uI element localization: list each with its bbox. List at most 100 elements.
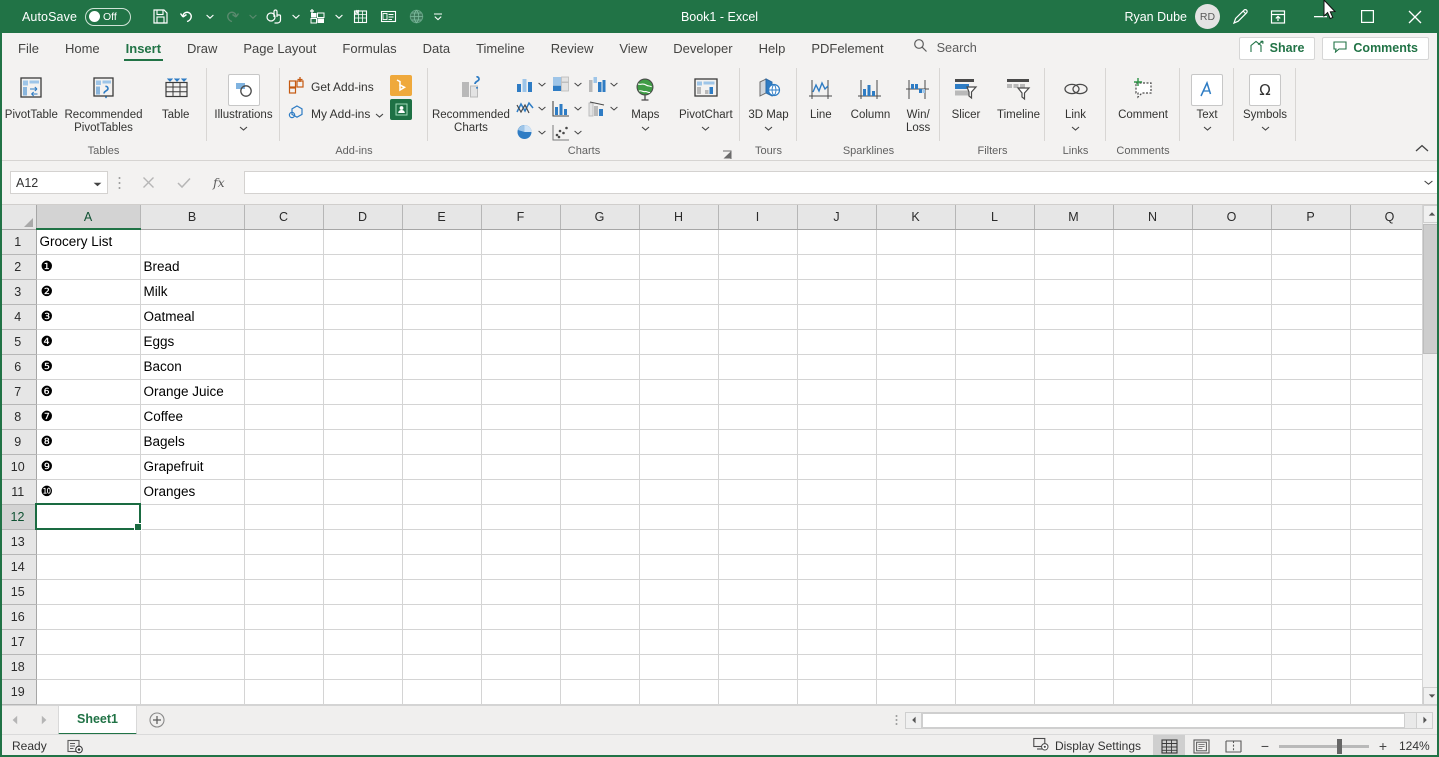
quick-print-icon[interactable] [347, 4, 373, 30]
cell-I5[interactable] [718, 329, 798, 355]
column-header-d[interactable]: D [323, 205, 403, 230]
cell-N15[interactable] [1113, 579, 1193, 605]
cell-I7[interactable] [718, 379, 798, 405]
cell-C9[interactable] [244, 429, 324, 455]
cell-C12[interactable] [244, 504, 324, 530]
cell-D15[interactable] [323, 579, 403, 605]
cell-K1[interactable] [876, 229, 956, 255]
cell-M7[interactable] [1034, 379, 1114, 405]
spreadsheet-grid[interactable]: A B C D E F G H I J K L M N O P Q 1 Groce… [0, 205, 1439, 705]
cell-G9[interactable] [560, 429, 640, 455]
cell-J14[interactable] [797, 554, 877, 580]
column-header-h[interactable]: H [639, 205, 719, 230]
cell-F4[interactable] [481, 304, 561, 330]
cell-D1[interactable] [323, 229, 403, 255]
cell-Q13[interactable] [1350, 529, 1430, 555]
cell-E9[interactable] [402, 429, 482, 455]
cell-J19[interactable] [797, 679, 877, 705]
cell-N1[interactable] [1113, 229, 1193, 255]
cell-P4[interactable] [1271, 304, 1351, 330]
cell-J4[interactable] [797, 304, 877, 330]
link-button[interactable]: Link [1045, 68, 1106, 132]
undo-icon[interactable] [175, 4, 201, 30]
cell-H12[interactable] [639, 504, 719, 530]
cell-M3[interactable] [1034, 279, 1114, 305]
cell-H13[interactable] [639, 529, 719, 555]
cell-M18[interactable] [1034, 654, 1114, 680]
cell-D14[interactable] [323, 554, 403, 580]
cell-B4[interactable]: Oatmeal [140, 304, 245, 330]
pivotchart-chevron-down-icon[interactable] [701, 125, 710, 132]
cell-K9[interactable] [876, 429, 956, 455]
column-header-e[interactable]: E [402, 205, 482, 230]
cell-F9[interactable] [481, 429, 561, 455]
column-header-f[interactable]: F [481, 205, 561, 230]
cell-F7[interactable] [481, 379, 561, 405]
cell-J2[interactable] [797, 254, 877, 280]
sheet-tab-sheet1[interactable]: Sheet1 [58, 705, 137, 735]
cell-I12[interactable] [718, 504, 798, 530]
cell-A16[interactable] [36, 604, 141, 630]
cell-L14[interactable] [955, 554, 1035, 580]
cell-J6[interactable] [797, 354, 877, 380]
cell-J5[interactable] [797, 329, 877, 355]
cell-L16[interactable] [955, 604, 1035, 630]
cell-Q10[interactable] [1350, 454, 1430, 480]
cell-E3[interactable] [402, 279, 482, 305]
row-header-3[interactable]: 3 [0, 279, 37, 305]
customize-quick-access-toolbar-icon[interactable] [431, 4, 444, 30]
cell-J17[interactable] [797, 629, 877, 655]
cell-D6[interactable] [323, 354, 403, 380]
cell-I6[interactable] [718, 354, 798, 380]
cell-H8[interactable] [639, 404, 719, 430]
cell-K2[interactable] [876, 254, 956, 280]
cell-O8[interactable] [1192, 404, 1272, 430]
cell-N8[interactable] [1113, 404, 1193, 430]
cell-J13[interactable] [797, 529, 877, 555]
cell-M8[interactable] [1034, 404, 1114, 430]
cell-L5[interactable] [955, 329, 1035, 355]
cell-J10[interactable] [797, 454, 877, 480]
cell-O15[interactable] [1192, 579, 1272, 605]
enter-formula-icon[interactable] [166, 170, 202, 196]
sparkline-line-button[interactable]: Line [797, 68, 845, 122]
vertical-scrollbar[interactable] [1422, 205, 1439, 705]
autosave-control[interactable]: AutoSave Off [22, 7, 132, 26]
scroll-right-icon[interactable] [1416, 711, 1433, 729]
cell-L19[interactable] [955, 679, 1035, 705]
row-header-8[interactable]: 8 [0, 404, 37, 430]
row-header-9[interactable]: 9 [0, 429, 37, 455]
column-header-q[interactable]: Q [1350, 205, 1430, 230]
cell-K17[interactable] [876, 629, 956, 655]
cell-M19[interactable] [1034, 679, 1114, 705]
waterfall-chart-chevron-down-icon[interactable] [610, 82, 619, 87]
cell-J15[interactable] [797, 579, 877, 605]
cell-Q8[interactable] [1350, 404, 1430, 430]
cell-H18[interactable] [639, 654, 719, 680]
cell-K3[interactable] [876, 279, 956, 305]
cell-D4[interactable] [323, 304, 403, 330]
cell-G11[interactable] [560, 479, 640, 505]
new-dropdown-icon[interactable] [332, 4, 345, 30]
tab-insert[interactable]: Insert [113, 33, 174, 63]
cell-L12[interactable] [955, 504, 1035, 530]
cell-P3[interactable] [1271, 279, 1351, 305]
avatar[interactable]: RD [1195, 4, 1220, 29]
cell-A2[interactable]: ❶ [36, 254, 141, 280]
statistic-chart-button[interactable] [550, 97, 583, 119]
cell-H3[interactable] [639, 279, 719, 305]
cell-E12[interactable] [402, 504, 482, 530]
cell-K13[interactable] [876, 529, 956, 555]
sparkline-winloss-button[interactable]: Win/ Loss [896, 68, 940, 135]
scatter-chart-chevron-down-icon[interactable] [574, 130, 583, 135]
cell-M4[interactable] [1034, 304, 1114, 330]
cell-I2[interactable] [718, 254, 798, 280]
cell-F3[interactable] [481, 279, 561, 305]
cell-Q6[interactable] [1350, 354, 1430, 380]
vertical-scrollbar-thumb[interactable] [1423, 224, 1439, 354]
tab-page-layout[interactable]: Page Layout [230, 33, 329, 63]
cell-C10[interactable] [244, 454, 324, 480]
cell-N13[interactable] [1113, 529, 1193, 555]
cell-J18[interactable] [797, 654, 877, 680]
cell-Q4[interactable] [1350, 304, 1430, 330]
